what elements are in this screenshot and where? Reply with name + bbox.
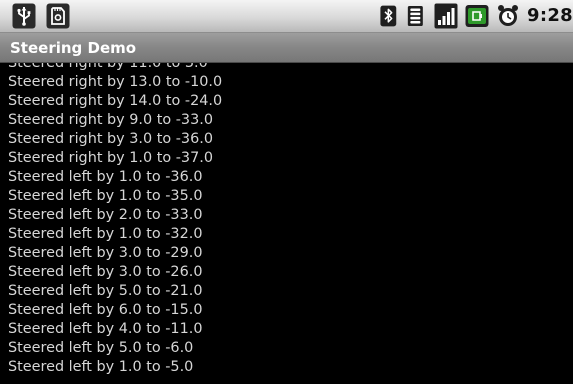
log-line: Steered left by 4.0 to -11.0 — [8, 321, 203, 337]
steering-log-list: Steered right by 11.0 to 3.0 Steered righ… — [8, 63, 222, 377]
alarm-icon — [498, 5, 519, 26]
battery-icon — [465, 5, 489, 27]
phone-screen: 9:28 Steering Demo Steered right by 11.0… — [0, 0, 573, 384]
log-line: Steered left by 5.0 to -6.0 — [8, 340, 194, 356]
steering-log-view[interactable]: Steered right by 11.0 to 3.0 Steered righ… — [0, 63, 573, 384]
app-title: Steering Demo — [10, 39, 137, 57]
status-bar: 9:28 — [0, 0, 573, 33]
log-line: Steered right by 11.0 to 3.0 — [8, 63, 208, 71]
signal-icon — [434, 3, 458, 29]
usb-icon — [12, 3, 36, 29]
log-line: Steered left by 1.0 to -35.0 — [8, 188, 203, 204]
wifi-icon — [407, 6, 423, 26]
bluetooth-icon — [380, 5, 397, 27]
log-line: Steered left by 2.0 to -33.0 — [8, 207, 203, 223]
status-bar-system: 9:28 — [380, 3, 573, 29]
log-line: Steered left by 1.0 to -36.0 — [8, 169, 203, 185]
log-line: Steered right by 14.0 to -24.0 — [8, 93, 223, 109]
status-bar-clock: 9:28 — [527, 5, 573, 26]
log-line: Steered left by 3.0 to -26.0 — [8, 264, 203, 280]
log-line: Steered left by 1.0 to -32.0 — [8, 226, 203, 242]
log-line: Steered right by 13.0 to -10.0 — [8, 74, 223, 90]
log-line: Steered left by 5.0 to -21.0 — [8, 283, 203, 299]
sd-card-icon — [46, 3, 70, 29]
log-line: Steered left by 6.0 to -15.0 — [8, 302, 203, 318]
log-line: Steered right by 3.0 to -36.0 — [8, 131, 213, 147]
log-line: Steered left by 3.0 to -29.0 — [8, 245, 203, 261]
log-line: Steered left by 1.0 to -5.0 — [8, 359, 194, 375]
log-line: Steered right by 1.0 to -37.0 — [8, 150, 213, 166]
log-line: Steered right by 9.0 to -33.0 — [8, 112, 213, 128]
status-bar-notifications — [12, 3, 70, 29]
app-title-bar: Steering Demo — [0, 33, 573, 63]
